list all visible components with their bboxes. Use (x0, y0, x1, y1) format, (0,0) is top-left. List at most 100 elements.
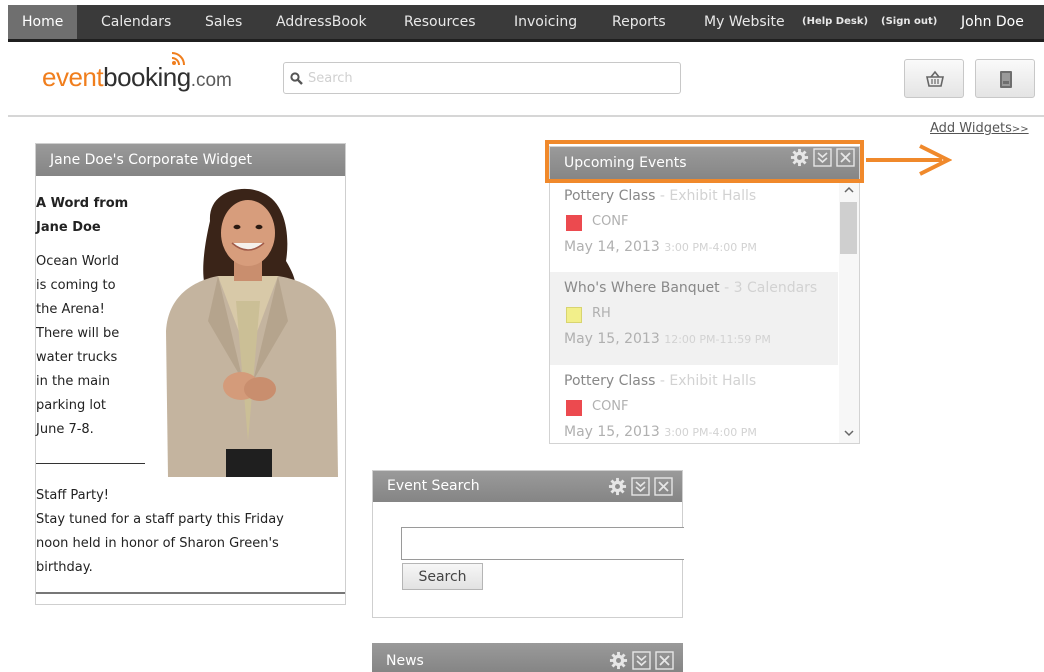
event-title: Pottery Class - Exhibit Halls (564, 373, 757, 389)
add-widgets-label: Add Widgets (930, 121, 1012, 136)
event-title: Pottery Class - Exhibit Halls (564, 188, 757, 204)
search-input[interactable] (308, 68, 668, 88)
nav-calendars[interactable]: Calendars (101, 5, 171, 39)
rss-icon (171, 52, 185, 66)
collapse-icon[interactable] (813, 148, 832, 167)
message-line: is coming to (36, 278, 116, 293)
event-time: 3:00 PM-4:00 PM (664, 426, 757, 439)
search-icon (290, 72, 303, 85)
message-heading-line: Jane Doe (36, 220, 101, 235)
jane-doe-photo (166, 188, 338, 477)
corporate-widget: Jane Doe's Corporate Widget A Word from … (35, 143, 346, 605)
event-search-title: Event Search (387, 478, 480, 494)
event-calendar: CONF (592, 399, 629, 414)
event-search-widget: Event Search Search (372, 470, 684, 618)
section-divider (36, 463, 145, 464)
logo-part-booking: booking (103, 62, 191, 92)
event-time: 12:00 PM-11:59 PM (664, 333, 771, 346)
add-widgets-link[interactable]: Add Widgets>> (930, 121, 1029, 136)
message-line: parking lot (36, 398, 106, 413)
logo-part-com: .com (190, 70, 232, 91)
nav-resources[interactable]: Resources (404, 5, 476, 39)
calendar-color-chip (566, 307, 582, 323)
header-divider (8, 115, 1044, 117)
widget-controls (608, 477, 674, 496)
nav-home[interactable]: Home (8, 5, 78, 39)
event-location: 3 Calendars (733, 280, 818, 296)
nav-my-website[interactable]: My Website (704, 5, 785, 39)
address-book-button[interactable] (975, 59, 1035, 98)
event-item[interactable]: Who's Where Banquet - 3 Calendars RH May… (550, 272, 838, 365)
event-time: 3:00 PM-4:00 PM (664, 241, 757, 254)
scrollbar-thumb[interactable] (840, 202, 857, 254)
event-date-value: May 15, 2013 (564, 331, 660, 347)
nav-sales[interactable]: Sales (205, 5, 242, 39)
settings-gear-icon[interactable] (609, 648, 628, 670)
scroll-down-icon[interactable] (839, 426, 859, 440)
staff-line: noon held in honor of Sharon Green's (36, 536, 279, 551)
event-name: Pottery Class (564, 373, 656, 389)
basket-button[interactable] (904, 59, 964, 98)
staff-party-note: Staff Party! Stay tuned for a staff part… (36, 484, 336, 580)
event-search-button[interactable]: Search (402, 563, 483, 590)
highlight-frame (545, 140, 864, 183)
event-date: May 15, 2013 3:00 PM-4:00 PM (564, 424, 757, 440)
message-line: June 7-8. (36, 422, 94, 437)
collapse-icon[interactable] (632, 648, 651, 670)
upcoming-events-widget: Upcoming Events Pottery Class - Exhibit … (549, 146, 860, 444)
news-title: News (386, 653, 424, 669)
eventbooking-logo[interactable]: eventbooking.com (42, 52, 232, 102)
news-header[interactable]: News (372, 643, 683, 672)
event-title: Who's Where Banquet - 3 Calendars (564, 280, 818, 296)
event-item[interactable]: Pottery Class - Exhibit Halls CONF May 1… (550, 180, 838, 273)
event-name: Pottery Class (564, 188, 656, 204)
close-icon[interactable] (836, 148, 855, 167)
basket-icon (926, 70, 944, 87)
widget-controls (790, 148, 856, 167)
event-location: Exhibit Halls (669, 373, 757, 389)
staff-line: birthday. (36, 560, 93, 575)
news-widget: News (372, 643, 683, 672)
nav-addressbook[interactable]: AddressBook (276, 5, 367, 39)
event-location: Exhibit Halls (669, 188, 757, 204)
staff-line: Stay tuned for a staff party this Friday (36, 512, 284, 527)
search-bar[interactable] (283, 62, 681, 94)
calendar-color-chip (566, 400, 582, 416)
address-book-icon (1000, 71, 1012, 88)
nav-invoicing[interactable]: Invoicing (514, 5, 577, 39)
event-list-scrollbar[interactable] (839, 180, 859, 443)
message-line: in the main (36, 374, 110, 389)
event-date-value: May 15, 2013 (564, 424, 660, 440)
logo-part-event: event (42, 62, 104, 92)
collapse-icon[interactable] (631, 477, 650, 496)
event-date: May 14, 2013 3:00 PM-4:00 PM (564, 239, 757, 255)
event-list[interactable]: Pottery Class - Exhibit Halls CONF May 1… (550, 180, 838, 443)
close-icon[interactable] (655, 648, 674, 670)
annotation-arrow-icon (866, 144, 952, 176)
user-name[interactable]: John Doe (961, 5, 1024, 39)
help-desk-link[interactable]: (Help Desk) (802, 5, 868, 39)
event-date-value: May 14, 2013 (564, 239, 660, 255)
calendar-color-chip (566, 215, 582, 231)
event-calendar: CONF (592, 214, 629, 229)
message-heading-line: A Word from (36, 196, 129, 211)
corporate-message: A Word from Jane Doe Ocean World is comi… (36, 192, 146, 442)
event-search-header[interactable]: Event Search (373, 471, 682, 502)
sign-out-link[interactable]: (Sign out) (881, 5, 937, 39)
settings-gear-icon[interactable] (790, 148, 809, 167)
staff-line: Staff Party! (36, 488, 109, 503)
message-line: the Arena! (36, 302, 105, 317)
nav-reports[interactable]: Reports (612, 5, 666, 39)
corporate-widget-title[interactable]: Jane Doe's Corporate Widget (36, 144, 345, 176)
widget-controls (609, 648, 675, 670)
scroll-up-icon[interactable] (839, 183, 859, 197)
event-item[interactable]: Pottery Class - Exhibit Halls CONF May 1… (550, 365, 838, 443)
widget-bottom-rule (36, 592, 345, 594)
event-search-input[interactable] (401, 527, 684, 560)
top-navigation-bar: Home Calendars Sales AddressBook Resourc… (8, 5, 1044, 42)
close-icon[interactable] (654, 477, 673, 496)
message-line: water trucks (36, 350, 118, 365)
event-name: Who's Where Banquet (564, 280, 720, 296)
settings-gear-icon[interactable] (608, 477, 627, 496)
event-date: May 15, 2013 12:00 PM-11:59 PM (564, 331, 771, 347)
